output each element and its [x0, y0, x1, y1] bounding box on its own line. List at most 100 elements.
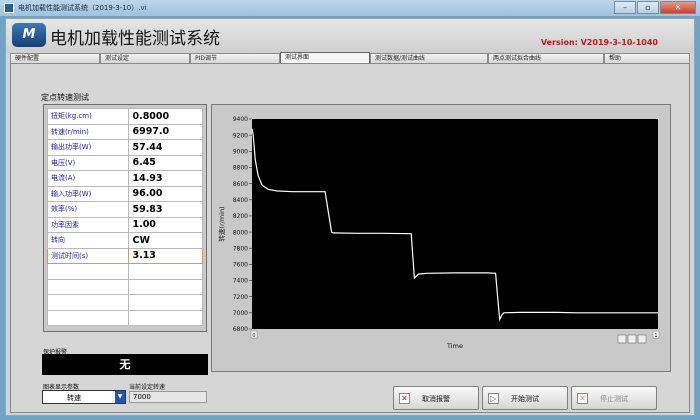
param-value	[128, 294, 203, 311]
speed-chart-svg: 6800 7000 7200 7400 7600 7800 8000 8200 8400 8600…	[217, 116, 660, 350]
param-value: 1.00	[128, 216, 203, 233]
app-header: M 电机加载性能测试系统 Version: V2019-3-10-1040	[6, 19, 694, 53]
param-label	[46, 309, 130, 326]
cancel-alarm-button[interactable]: ✕ 取消报警	[393, 386, 479, 410]
param-value: 3.13	[128, 247, 203, 264]
section-title: 定点转速测试	[41, 93, 89, 102]
y-tick-label: 8800	[233, 165, 248, 172]
app-frame: M 电机加载性能测试系统 Version: V2019-3-10-1040 硬件…	[5, 18, 695, 416]
param-value: 59.83	[128, 201, 203, 218]
table-row: 电压(V) 6.45	[46, 154, 203, 171]
y-tick-label: 8200	[233, 213, 248, 220]
y-tick-label: 7000	[233, 310, 248, 317]
table-row: 转速(r/min) 6997.0	[46, 123, 203, 140]
table-row: 扭矩(kg.cm) 0.8000	[46, 108, 203, 125]
tab-6[interactable]: 帮助	[604, 53, 690, 63]
minimize-button[interactable]: –	[614, 1, 636, 14]
app-icon	[4, 3, 14, 13]
y-tick-label: 7400	[233, 278, 248, 285]
param-value: CW	[128, 232, 203, 249]
alarm-indicator: 无	[42, 354, 208, 375]
speed-chart: 6800 7000 7200 7400 7600 7800 8000 8200 8400 8600…	[211, 104, 671, 372]
param-label: 扭矩(kg.cm)	[46, 108, 130, 125]
tab-1[interactable]: 测试设定	[100, 53, 190, 63]
y-tick-label: 7600	[233, 262, 248, 269]
param-label: 功率因素	[46, 216, 130, 233]
start-test-button[interactable]: ▷ 开始测试	[482, 386, 568, 410]
table-row	[46, 263, 203, 280]
y-tick-label: 8600	[233, 181, 248, 188]
param-value: 96.00	[128, 185, 203, 202]
tab-4[interactable]: 测试数据/测试曲线	[370, 53, 488, 63]
param-label: 测试时间(s)	[46, 247, 130, 264]
param-value: 57.44	[128, 139, 203, 156]
y-tick-label: 9400	[233, 116, 248, 123]
table-row: 输出功率(W) 57.44	[46, 139, 203, 156]
tab-2[interactable]: PID调节	[190, 53, 280, 63]
table-row: 测试时间(s) 3.13	[46, 247, 203, 264]
brand-logo: M	[12, 23, 46, 47]
param-label: 输入功率(W)	[46, 185, 130, 202]
param-label	[46, 294, 130, 311]
tab-3[interactable]: 测试界面	[280, 52, 370, 63]
table-row: 电流(A) 14.93	[46, 170, 203, 187]
tab-5[interactable]: 两点测试拟合曲线	[488, 53, 604, 63]
tab-bar: 硬件配置 测试设定 PID调节 测试界面 测试数据/测试曲线 两点测试拟合曲线 帮助	[10, 52, 690, 63]
param-value	[128, 309, 203, 326]
parameter-table: 扭矩(kg.cm) 0.8000 转速(r/min) 6997.0 输出功率(W) 57.…	[43, 104, 207, 332]
table-row: 功率因素 1.00	[46, 216, 203, 233]
param-label: 电流(A)	[46, 170, 130, 187]
param-value: 6.45	[128, 154, 203, 171]
param-value	[128, 278, 203, 295]
param-value: 6997.0	[128, 123, 203, 140]
param-label: 转速(r/min)	[46, 123, 130, 140]
param-value	[128, 263, 203, 280]
window-titlebar: 电机加载性能测试系统（2019-3-10）.vi – ▫ ✕	[0, 0, 700, 17]
y-tick-label: 9200	[233, 132, 248, 139]
plot-area	[252, 119, 658, 329]
x-axis-label: Time	[446, 342, 463, 350]
start-test-label: 开始测试	[511, 395, 539, 403]
param-value: 14.93	[128, 170, 203, 187]
stop-test-label: 停止测试	[600, 395, 628, 403]
y-tick-label: 9000	[233, 149, 248, 156]
table-row	[46, 309, 203, 326]
table-row: 效率(%) 59.83	[46, 201, 203, 218]
y-tick-label: 8400	[233, 197, 248, 204]
window-controls: – ▫ ✕	[613, 1, 696, 15]
param-label: 输出功率(W)	[46, 139, 130, 156]
close-button[interactable]: ✕	[660, 1, 696, 14]
display-param-select[interactable]: 转速 ▼	[42, 390, 126, 404]
test-panel: 定点转速测试 扭矩(kg.cm) 0.8000 转速(r/min) 6997.0 输出功…	[10, 63, 690, 413]
stop-test-button[interactable]: ✕ 停止测试	[571, 386, 657, 410]
chevron-down-icon[interactable]: ▼	[115, 391, 125, 403]
y-tick-label: 6800	[233, 326, 248, 333]
y-tick-label: 7200	[233, 294, 248, 301]
x-tick-label: 1	[654, 333, 657, 339]
tab-0[interactable]: 硬件配置	[10, 53, 100, 63]
current-speed-value: 7000	[129, 391, 207, 403]
cancel-alarm-label: 取消报警	[422, 395, 450, 403]
param-label	[46, 278, 130, 295]
y-tick-label: 7800	[233, 245, 248, 252]
table-row	[46, 278, 203, 295]
param-label: 电压(V)	[46, 154, 130, 171]
crosshair-icon	[617, 334, 627, 344]
window-title: 电机加载性能测试系统（2019-3-10）.vi	[18, 4, 147, 12]
param-label: 效率(%)	[46, 201, 130, 218]
param-label: 转向	[46, 232, 130, 249]
maximize-button[interactable]: ▫	[637, 1, 659, 14]
pan-icon	[637, 334, 647, 344]
table-row: 输入功率(W) 96.00	[46, 185, 203, 202]
table-row: 转向 CW	[46, 232, 203, 249]
param-label	[46, 263, 130, 280]
y-axis-label: 转速(r/min)	[217, 206, 226, 241]
version-label: Version: V2019-3-10-1040	[540, 38, 658, 47]
current-speed-label: 当前设定转速	[129, 384, 166, 391]
display-param-value: 转速	[67, 394, 81, 402]
table-row	[46, 294, 203, 311]
x-tick-label: 0	[252, 333, 255, 339]
y-tick-label: 8000	[233, 229, 248, 236]
zoom-icon	[627, 334, 637, 344]
app-title: 电机加载性能测试系统	[50, 29, 220, 49]
